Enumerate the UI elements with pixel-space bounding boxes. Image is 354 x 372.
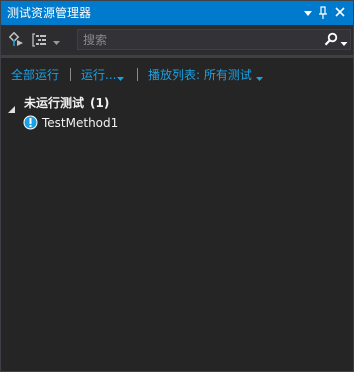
search-options-icon[interactable] (340, 34, 348, 53)
test-item[interactable]: TestMethod1 (1, 113, 353, 133)
group-count: (1) (90, 96, 110, 110)
run-link[interactable]: 运行... (81, 68, 116, 82)
toolbar: 搜索 (1, 25, 353, 55)
title-bar: 测试资源管理器 (1, 1, 353, 25)
search-icon[interactable] (324, 32, 338, 51)
search-placeholder: 搜索 (83, 33, 108, 47)
playlist-link[interactable]: 播放列表: 所有测试 (148, 68, 252, 82)
command-bar: 全部运行 运行... 播放列表: 所有测试 (1, 65, 353, 85)
run-all-link[interactable]: 全部运行 (11, 68, 59, 82)
run-dropdown-icon[interactable] (116, 69, 125, 88)
chevron-down-icon[interactable] (52, 34, 61, 53)
toolbar-separator (1, 55, 353, 58)
command-divider (70, 68, 71, 81)
test-explorer-panel: 测试资源管理器 搜索 全部运行 运行... 播放列表: 所有测试 未运行测试 (… (0, 0, 354, 372)
group-by-icon[interactable] (31, 32, 47, 52)
run-tests-icon[interactable] (8, 31, 25, 52)
playlist-dropdown-icon[interactable] (255, 69, 264, 88)
dropdown-icon[interactable] (300, 4, 316, 22)
search-input[interactable]: 搜索 (77, 29, 351, 50)
command-divider (137, 68, 138, 81)
close-icon[interactable] (332, 4, 348, 22)
tree-group-not-run[interactable]: 未运行测试 (1) (1, 93, 353, 113)
test-item-label: TestMethod1 (42, 116, 119, 130)
group-label: 未运行测试 (24, 96, 85, 110)
window-title: 测试资源管理器 (7, 6, 92, 20)
not-run-test-icon (23, 115, 38, 134)
pin-icon[interactable] (315, 4, 331, 22)
